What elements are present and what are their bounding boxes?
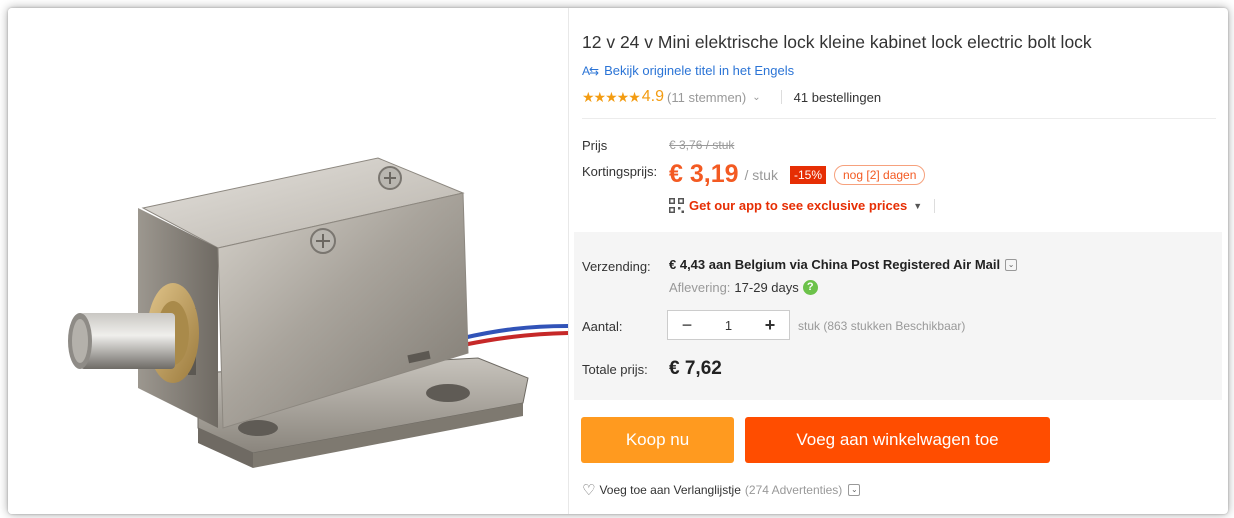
buy-now-button[interactable]: Koop nu — [581, 417, 734, 463]
price-unit: / stuk — [744, 166, 778, 183]
star-icons: ★★★★★ — [582, 88, 641, 105]
quantity-label: Aantal: — [582, 319, 623, 334]
rating-row: ★★★★★ 4.9 (11 stemmen) ⌄ 41 bestellingen — [582, 88, 881, 106]
order-count: 41 bestellingen — [793, 89, 882, 105]
help-icon[interactable]: ? — [802, 280, 818, 295]
original-title-link[interactable]: A⇆ Bekijk originele titel in het Engels — [582, 63, 794, 78]
availability-text: stuk (863 stukken Beschikbaar) — [798, 319, 966, 333]
product-image[interactable] — [8, 8, 573, 514]
solenoid-lock-image — [68, 157, 569, 468]
header-divider — [582, 118, 1216, 119]
days-left-badge: nog [2] dagen — [834, 164, 926, 185]
dropdown-icon[interactable]: ⌄ — [1005, 258, 1018, 271]
caret-down-icon: ▼ — [913, 200, 923, 211]
wishlist-count: (274 Advertenties) — [744, 483, 843, 497]
delivery-label: Aflevering: — [669, 280, 731, 295]
translate-icon: A⇆ — [582, 63, 599, 78]
qr-code-icon — [669, 198, 684, 213]
vote-count[interactable]: (11 stemmen) — [667, 90, 746, 105]
rating-divider — [780, 90, 782, 104]
shipping-option[interactable]: € 4,43 aan Belgium via China Post Regist… — [669, 257, 1018, 272]
price-label: Prijs — [582, 138, 608, 153]
panel-divider — [568, 8, 569, 514]
app-divider — [934, 198, 936, 213]
increment-button[interactable]: + — [751, 311, 789, 339]
shipping-label: Verzending: — [582, 259, 651, 274]
total-price: € 7,62 — [669, 358, 722, 379]
discount-badge: -15% — [789, 165, 826, 184]
app-promo[interactable]: Get our app to see exclusive prices ▼ — [669, 198, 936, 213]
old-price: € 3,76 / stuk — [669, 138, 735, 152]
wishlist-label: Voeg toe aan Verlanglijstje — [599, 483, 741, 497]
dropdown-icon[interactable]: ⌄ — [848, 484, 861, 496]
product-title: 12 v 24 v Mini elektrische lock kleine k… — [582, 32, 1092, 52]
shipping-value: € 4,43 aan Belgium via China Post Regist… — [669, 257, 1001, 272]
quantity-stepper: − 1 + — [667, 310, 790, 340]
delivery-row: Aflevering: 17-29 days ? — [669, 280, 818, 295]
discount-price-label: Kortingsprijs: — [582, 164, 658, 179]
decrement-button[interactable]: − — [668, 311, 706, 339]
delivery-value: 17-29 days — [734, 280, 799, 295]
app-promo-text: Get our app to see exclusive prices — [689, 198, 908, 213]
wishlist-row[interactable]: ♡ Voeg toe aan Verlanglijstje (274 Adver… — [582, 481, 861, 499]
rating-score: 4.9 — [641, 88, 665, 105]
current-price: € 3,19 — [669, 160, 739, 188]
heart-icon: ♡ — [582, 482, 596, 499]
chevron-down-icon[interactable]: ⌄ — [752, 92, 760, 103]
original-title-text: Bekijk originele titel in het Engels — [604, 63, 795, 78]
total-label: Totale prijs: — [582, 362, 648, 377]
product-card: 12 v 24 v Mini elektrische lock kleine k… — [8, 8, 1228, 514]
price-row: € 3,19 / stuk -15% nog [2] dagen — [669, 160, 926, 189]
add-to-cart-button[interactable]: Voeg aan winkelwagen toe — [745, 417, 1050, 463]
quantity-input[interactable]: 1 — [706, 318, 751, 333]
